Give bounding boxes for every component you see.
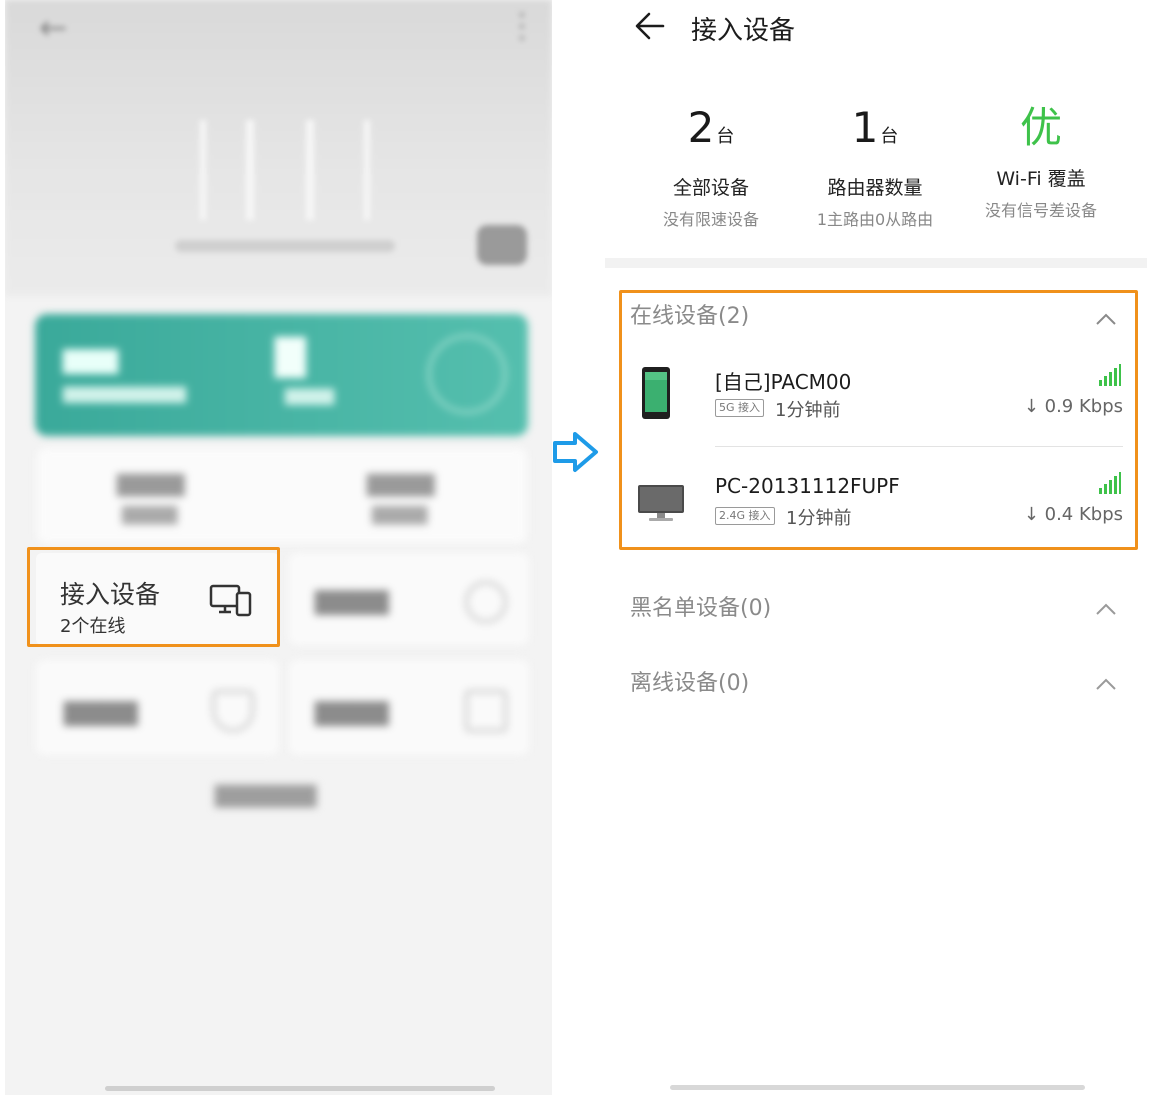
upload-label-blurred: ▇▇▇▇ [372,504,428,525]
report-icon [465,690,507,732]
stat-wifi-coverage[interactable]: 优 Wi-Fi 覆盖 没有信号差设备 [961,100,1121,221]
bottom-bar [670,1085,1085,1090]
stat-wifi-label: Wi-Fi 覆盖 [996,168,1086,190]
shield-icon [212,690,254,732]
stat-all-devices-unit: 台 [716,126,735,147]
quality-text-blurred: ▇ [275,332,306,378]
router-header-blurred: ← ⋮ [5,0,552,296]
download-label-blurred: ▇▇▇▇ [122,504,178,525]
highlight-box-left [27,547,280,647]
highlight-box-right [619,290,1138,550]
device-summary-panel: 接入设备 2台 全部设备 没有限速设备 1台 路由器数量 1主路由0从路由 优 … [605,0,1147,258]
router-shadow [175,240,395,252]
chevron-up-icon[interactable] [1095,677,1117,691]
stat-all-devices[interactable]: 2台 全部设备 没有限速设备 [631,100,791,230]
page-title: 接入设备 [691,16,796,46]
stat-all-devices-value: 2 [687,103,715,152]
tile-report-label-blurred: ▇▇▇▇ [315,698,389,726]
bottom-bar [105,1086,495,1091]
section-offline-header[interactable]: 离线设备(0) [630,665,749,697]
kids-icon [465,581,507,623]
speed-card-blurred: ▇▇▇▇ ▇▇▇▇ ▇▇▇▇ ▇▇▇▇ [37,448,527,543]
stat-router-value: 1 [851,103,879,152]
upload-speed-blurred: ▇▇▇▇ [367,472,435,497]
stat-all-devices-label: 全部设备 [672,177,749,199]
back-arrow-icon: ← [39,8,68,48]
more-icon: ⋮ [505,6,539,46]
chevron-up-icon[interactable] [1095,602,1117,616]
network-status-card-blurred: ▇▇▇ ▇▇▇▇▇▇▇▇▇▇ ▇ ▇▇▇▇ [35,314,528,436]
stat-wifi-sub: 没有信号差设备 [984,201,1097,220]
navigation-arrow-icon [553,432,598,472]
status-text-blurred: ▇▇▇ [63,346,119,374]
tile-security-blurred[interactable]: ▇▇▇▇ [36,660,279,755]
gauge-icon [427,334,507,414]
stat-wifi-quality: 优 [1019,103,1062,152]
tile-kids-label-blurred: ▇▇▇▇ [315,587,389,615]
stat-router-sub: 1主路由0从路由 [816,210,934,229]
stat-router-unit: 台 [880,126,899,147]
stat-router-count[interactable]: 1台 路由器数量 1主路由0从路由 [795,100,955,230]
brand-logo-icon [477,225,527,265]
stat-router-label: 路由器数量 [827,177,923,199]
status-sub-blurred: ▇▇▇▇▇▇▇▇▇▇ [63,384,187,403]
router-image [200,120,370,220]
tile-security-label-blurred: ▇▇▇▇ [64,698,138,726]
back-arrow-icon[interactable] [633,10,667,42]
quality-sub-blurred: ▇▇▇▇ [285,386,335,405]
more-tools-link-blurred[interactable]: ▇▇▇▇▇▇ [215,783,317,808]
tile-weekly-report-blurred[interactable]: ▇▇▇▇ [289,660,529,755]
section-blacklist-header[interactable]: 黑名单设备(0) [630,590,771,622]
download-speed-blurred: ▇▇▇▇ [117,472,185,497]
stat-all-devices-sub: 没有限速设备 [662,210,759,229]
tile-kids-internet-blurred[interactable]: ▇▇▇▇ [289,553,529,645]
